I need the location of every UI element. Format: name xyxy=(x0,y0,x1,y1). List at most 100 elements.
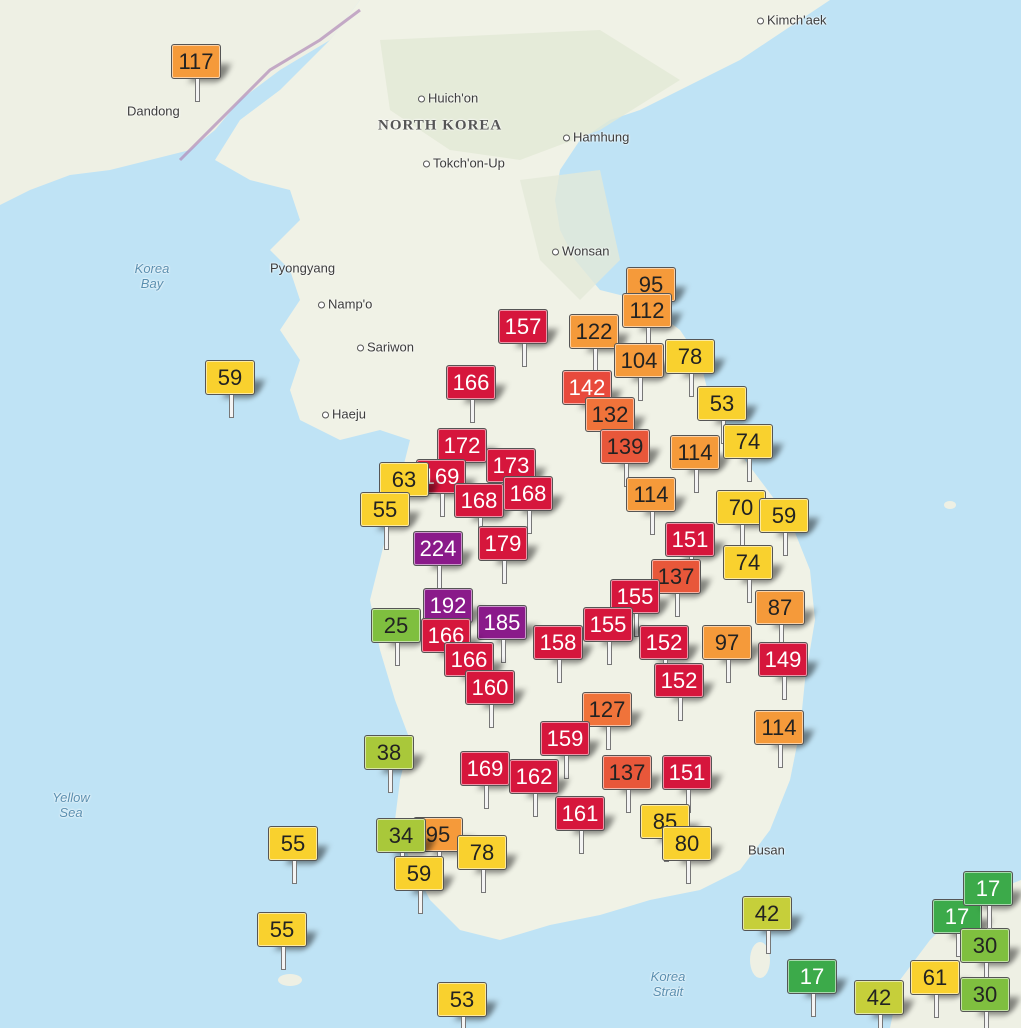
marker-pin xyxy=(384,525,389,550)
air-quality-map[interactable]: Kimch'aek Huich'on NORTH KOREA Dandong Hamhu… xyxy=(0,0,1021,1028)
aqi-station-marker[interactable]: 80 xyxy=(662,826,724,886)
place-label: Sariwon xyxy=(357,340,414,355)
place-label: Dandong xyxy=(127,103,180,119)
aqi-station-marker[interactable]: 114 xyxy=(754,710,816,770)
marker-pin xyxy=(593,347,598,372)
aqi-value-label: 78 xyxy=(665,339,715,374)
aqi-value-label: 53 xyxy=(697,386,747,421)
marker-pin xyxy=(388,768,393,793)
aqi-station-marker[interactable]: 157 xyxy=(498,309,560,369)
marker-pin xyxy=(557,658,562,683)
place-label: Namp'o xyxy=(318,297,372,312)
aqi-station-marker[interactable]: 158 xyxy=(533,625,595,685)
marker-pin xyxy=(292,859,297,884)
aqi-value-label: 179 xyxy=(478,526,528,561)
aqi-station-marker[interactable]: 97 xyxy=(702,625,764,685)
aqi-value-label: 97 xyxy=(702,625,752,660)
aqi-station-marker[interactable]: 179 xyxy=(478,526,540,586)
place-label: Korea Bay xyxy=(134,261,170,291)
marker-pin xyxy=(686,859,691,884)
place-label: Busan xyxy=(748,842,785,858)
place-label: Pyongyang xyxy=(270,260,336,276)
aqi-station-marker[interactable]: 117 xyxy=(171,44,233,104)
aqi-station-marker[interactable]: 155 xyxy=(583,607,645,667)
aqi-value-label: 158 xyxy=(533,625,583,660)
marker-pin xyxy=(675,592,680,617)
aqi-station-marker[interactable]: 169 xyxy=(460,751,522,811)
aqi-value-label: 224 xyxy=(413,531,463,566)
marker-pin xyxy=(747,457,752,482)
aqi-station-marker[interactable]: 17 xyxy=(963,871,1021,931)
aqi-value-label: 53 xyxy=(437,982,487,1017)
aqi-station-marker[interactable]: 74 xyxy=(723,424,785,484)
aqi-value-label: 172 xyxy=(437,428,487,463)
aqi-station-marker[interactable]: 162 xyxy=(509,759,571,819)
aqi-station-marker[interactable]: 224 xyxy=(413,531,475,591)
aqi-station-marker[interactable]: 61 xyxy=(910,960,972,1020)
aqi-value-label: 25 xyxy=(371,608,421,643)
aqi-station-marker[interactable]: 149 xyxy=(758,642,820,702)
aqi-value-label: 55 xyxy=(257,912,307,947)
aqi-station-marker[interactable]: 53 xyxy=(437,982,499,1028)
aqi-station-marker[interactable]: 59 xyxy=(205,360,267,420)
marker-pin xyxy=(689,372,694,397)
marker-pin xyxy=(694,468,699,493)
marker-pin xyxy=(437,564,442,589)
aqi-station-marker[interactable]: 160 xyxy=(465,670,527,730)
aqi-value-label: 112 xyxy=(622,293,672,328)
aqi-station-marker[interactable]: 166 xyxy=(446,365,508,425)
marker-pin xyxy=(489,703,494,728)
aqi-value-label: 114 xyxy=(754,710,804,745)
aqi-station-marker[interactable]: 55 xyxy=(257,912,319,972)
aqi-station-marker[interactable]: 30 xyxy=(960,977,1021,1028)
aqi-value-label: 160 xyxy=(465,670,515,705)
marker-pin xyxy=(726,658,731,683)
aqi-value-label: 30 xyxy=(960,977,1010,1012)
marker-pin xyxy=(607,640,612,665)
marker-pin xyxy=(501,638,506,663)
aqi-value-label: 78 xyxy=(457,835,507,870)
aqi-station-marker[interactable]: 152 xyxy=(654,663,716,723)
aqi-station-marker[interactable]: 87 xyxy=(755,590,817,650)
place-label: Kimch'aek xyxy=(757,13,827,28)
marker-pin xyxy=(934,993,939,1018)
marker-pin xyxy=(484,784,489,809)
aqi-station-marker[interactable]: 42 xyxy=(742,896,804,956)
aqi-value-label: 38 xyxy=(364,735,414,770)
place-label: Wonsan xyxy=(552,244,609,259)
aqi-station-marker[interactable]: 55 xyxy=(360,492,422,552)
aqi-value-label: 42 xyxy=(854,980,904,1015)
marker-pin xyxy=(747,578,752,603)
place-label: Haeju xyxy=(322,407,366,422)
marker-pin xyxy=(650,510,655,535)
aqi-station-marker[interactable]: 42 xyxy=(854,980,916,1028)
aqi-value-label: 59 xyxy=(394,856,444,891)
aqi-value-label: 161 xyxy=(555,796,605,831)
aqi-station-marker[interactable]: 25 xyxy=(371,608,433,668)
aqi-station-marker[interactable]: 17 xyxy=(787,959,849,1019)
aqi-value-label: 159 xyxy=(540,721,590,756)
aqi-station-marker[interactable]: 38 xyxy=(364,735,426,795)
aqi-station-marker[interactable]: 104 xyxy=(614,343,676,403)
aqi-station-marker[interactable]: 161 xyxy=(555,796,617,856)
aqi-value-label: 152 xyxy=(654,663,704,698)
place-label: Huich'on xyxy=(418,91,478,106)
aqi-station-marker[interactable]: 55 xyxy=(268,826,330,886)
aqi-value-label: 104 xyxy=(614,343,664,378)
place-label: Yellow Sea xyxy=(52,790,90,820)
aqi-value-label: 137 xyxy=(602,755,652,790)
place-label: Tokch'on-Up xyxy=(423,156,505,171)
aqi-value-label: 166 xyxy=(446,365,496,400)
aqi-value-label: 30 xyxy=(960,928,1010,963)
aqi-value-label: 169 xyxy=(460,751,510,786)
aqi-station-marker[interactable]: 59 xyxy=(394,856,456,916)
aqi-value-label: 74 xyxy=(723,424,773,459)
aqi-value-label: 152 xyxy=(639,625,689,660)
aqi-station-marker[interactable]: 78 xyxy=(457,835,519,895)
marker-pin xyxy=(229,393,234,418)
marker-pin xyxy=(678,696,683,721)
aqi-station-marker[interactable]: 114 xyxy=(670,435,732,495)
aqi-station-marker[interactable]: 122 xyxy=(569,314,631,374)
aqi-value-label: 168 xyxy=(503,476,553,511)
aqi-value-label: 114 xyxy=(626,477,676,512)
